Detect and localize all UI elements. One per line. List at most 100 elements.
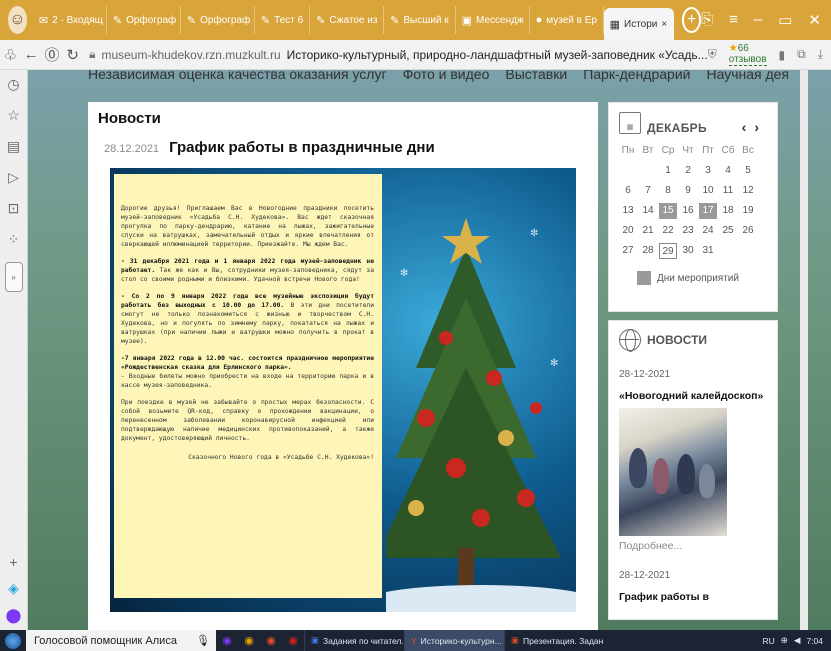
extensions-icon[interactable]: ⧉ [797, 47, 806, 62]
calendar-day[interactable]: 16 [679, 203, 697, 219]
new-tab-button[interactable]: + [682, 7, 702, 33]
calendar-day[interactable]: 7 [639, 183, 657, 199]
back-icon[interactable]: ← [21, 46, 42, 63]
tab-favicon-icon: ✎ [316, 14, 326, 27]
network-icon[interactable]: ⊕ [781, 635, 788, 646]
calendar-day[interactable]: 8 [659, 183, 677, 199]
calendar-day[interactable]: 10 [699, 183, 717, 199]
calendar-day[interactable]: 4 [719, 163, 737, 179]
calendar-day[interactable]: 9 [679, 183, 697, 199]
calendar-day[interactable]: 2 [679, 163, 697, 179]
calendar-day[interactable]: 3 [699, 163, 717, 179]
maximize-icon[interactable]: ▭ [778, 11, 792, 29]
calendar-day[interactable]: 13 [619, 203, 637, 219]
chevron-right-icon[interactable]: › [754, 119, 767, 135]
taskbar-app-icon[interactable]: ◉ [260, 634, 282, 647]
taskbar-word-window[interactable]: ▣ Задания по читател... [304, 630, 404, 651]
star-icon[interactable]: ☆ [7, 107, 20, 124]
bell-icon[interactable]: ♧ [0, 46, 21, 64]
sidebar-toggle[interactable]: » [4, 262, 23, 292]
start-button[interactable] [0, 630, 26, 651]
browser-tab[interactable]: ✎ Орфограф [181, 6, 255, 34]
calendar-day[interactable]: 23 [679, 223, 697, 239]
site-nav-link[interactable]: Научная деятельность [706, 70, 788, 84]
tab-close-icon[interactable]: × [661, 19, 667, 30]
post-title[interactable]: График работы в праздничные дни [169, 139, 435, 156]
messenger-icon[interactable]: ◈ [8, 580, 19, 597]
site-nav-link[interactable]: Парк-дендрарий [583, 70, 690, 84]
add-icon[interactable]: + [9, 554, 17, 570]
language-indicator[interactable]: RU [763, 636, 775, 646]
taskbar-app-icon[interactable]: ◉ [282, 634, 304, 647]
calendar-day[interactable]: 25 [719, 223, 737, 239]
alice-icon[interactable]: ⬤ [6, 607, 22, 624]
profile-avatar[interactable]: ☺ [8, 6, 27, 34]
yandex-icon[interactable]: ⓪ [42, 44, 63, 65]
news-title[interactable]: «Новогодний калейдоскоп» [619, 390, 767, 402]
calendar-day[interactable]: 1 [659, 163, 677, 179]
microphone-icon[interactable]: 🎙︎ [196, 634, 210, 647]
close-icon[interactable]: ✕ [808, 11, 821, 29]
taskbar-app-icon[interactable]: ◉ [216, 634, 238, 647]
calendar-day[interactable]: 30 [679, 243, 697, 259]
menu-icon[interactable]: ≡ [729, 11, 738, 29]
calendar-day[interactable]: 28 [639, 243, 657, 259]
taskbar-browser-window[interactable]: Y Историко-культурн... [404, 630, 504, 651]
calendar-day[interactable]: 19 [739, 203, 757, 219]
taskbar-app-icon[interactable]: ◉ [238, 634, 260, 647]
bag-icon[interactable]: ⊡ [8, 200, 20, 217]
volume-icon[interactable]: ◀ [794, 635, 801, 646]
clock[interactable]: 7:04 [806, 636, 823, 646]
reviews-link[interactable]: ★66 отзывов [728, 43, 767, 66]
browser-tab[interactable]: ✎ Орфограф [107, 6, 181, 34]
calendar-day[interactable]: 14 [639, 203, 657, 219]
bookmarks-icon[interactable]: ⎘ [701, 11, 713, 29]
calendar-day[interactable]: 22 [659, 223, 677, 239]
notes-icon[interactable]: ▤ [7, 138, 20, 155]
calendar-month: ДЕКАБРЬ [647, 121, 707, 135]
browser-tab[interactable]: ✉ 2 · Входящ [33, 6, 107, 34]
browser-tab[interactable]: ✎ Сжатое из [310, 6, 385, 34]
calendar-day[interactable]: 6 [619, 183, 637, 199]
calendar-day[interactable]: 17 [699, 203, 717, 219]
browser-tab-bar: ☺ ✉ 2 · Входящ ✎ Орфограф ✎ Орфограф ✎ Тест 6 ✎ С… [0, 0, 831, 40]
calendar-day[interactable]: 5 [739, 163, 757, 179]
site-nav-link[interactable]: Выставки [505, 70, 567, 84]
tab-favicon-icon: ✎ [390, 14, 400, 27]
calendar-day[interactable]: 26 [739, 223, 757, 239]
calendar-day[interactable]: 11 [719, 183, 737, 199]
news-title[interactable]: График работы в [619, 591, 767, 603]
protect-icon[interactable]: ⛨ [708, 47, 717, 62]
calendar-day[interactable]: 15 [659, 203, 677, 219]
apps-icon[interactable]: ⁘ [8, 231, 20, 248]
reload-icon[interactable]: ↻ [62, 46, 83, 64]
calendar-day[interactable]: 20 [619, 223, 637, 239]
yandex-browser-icon: Y [411, 635, 417, 646]
calendar-day[interactable]: 12 [739, 183, 757, 199]
url-field[interactable]: 🔒︎ museum-khudekov.rzn.muzkult.ru Истори… [89, 47, 708, 62]
site-nav-link[interactable]: Фото и видео [403, 70, 490, 84]
calendar-day[interactable]: 27 [619, 243, 637, 259]
browser-tab[interactable]: ✎ Высший к [384, 6, 456, 34]
alice-search[interactable]: Голосовой помощник Алиса 🎙︎ [26, 630, 216, 651]
browser-tab[interactable]: ▦ Истори × [603, 8, 675, 40]
calendar-day[interactable]: 21 [639, 223, 657, 239]
download-icon[interactable]: ⤓ [818, 47, 823, 62]
calendar-day[interactable]: 24 [699, 223, 717, 239]
site-nav-link[interactable]: Независимая оценка качества оказания усл… [88, 70, 387, 84]
calendar-day[interactable]: 31 [699, 243, 717, 259]
play-icon[interactable]: ▷ [8, 169, 19, 186]
browser-tab[interactable]: ✎ Тест 6 [255, 6, 311, 34]
alarm-icon[interactable]: ◷ [7, 76, 19, 93]
chevron-left-icon[interactable]: ‹ [742, 119, 755, 135]
browser-tab[interactable]: ● музей в Ер [530, 6, 604, 34]
read-more-link[interactable]: Подробнее... [619, 540, 767, 552]
page-scrollbar[interactable] [800, 70, 808, 630]
minimize-icon[interactable]: – [754, 11, 762, 29]
browser-tab[interactable]: ▣ Мессендж [456, 6, 530, 34]
news-photo[interactable] [619, 408, 727, 536]
calendar-day[interactable]: 18 [719, 203, 737, 219]
calendar-day[interactable]: 29 [659, 243, 677, 259]
bookmark-icon[interactable]: ▮ [779, 48, 786, 62]
taskbar-powerpoint-window[interactable]: ▣ Презентация. Задан... [504, 630, 604, 651]
